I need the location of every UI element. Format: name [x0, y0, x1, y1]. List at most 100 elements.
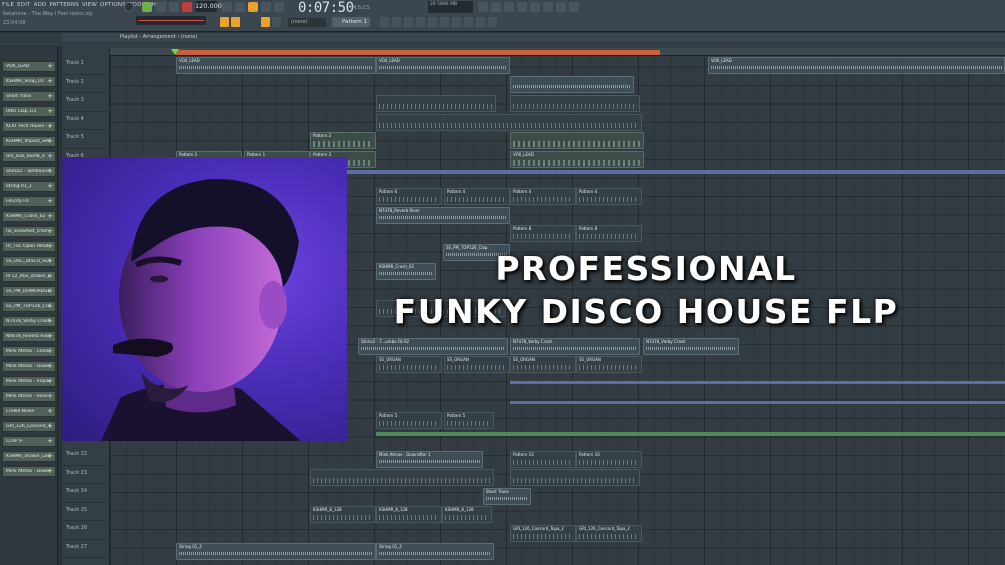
channel-item[interactable]: KLRT Tech House - 11: [2, 121, 56, 132]
track-header[interactable]: Track 4: [62, 112, 110, 130]
channel-item[interactable]: Mink Atmos - Riser 1: [2, 391, 56, 402]
playlist-clip[interactable]: KSHMR_8_128: [376, 506, 442, 523]
chat-icon[interactable]: [556, 2, 566, 12]
playlist-clip[interactable]: Stickz2 - T...umbo F8 02: [358, 338, 508, 355]
channel-item[interactable]: Crowd Noise: [2, 406, 56, 417]
automation-clip[interactable]: [510, 381, 1005, 384]
playlist-clip[interactable]: SS_ORGAN: [510, 356, 576, 373]
channel-item[interactable]: SS_PM_TOP126_Crash: [2, 301, 56, 312]
track-header[interactable]: Track 27: [62, 540, 110, 558]
playhead-marker-icon[interactable]: [171, 49, 179, 55]
channel-item[interactable]: Mink Atmos - Downlift: [2, 466, 56, 477]
step-edit-icon[interactable]: [248, 2, 258, 12]
playlist-clip[interactable]: SS_ORGAN: [376, 356, 442, 373]
channel-item[interactable]: VOX_LEAD: [2, 61, 56, 72]
playlist-clip[interactable]: String 01_2: [376, 543, 494, 560]
online-news-icon[interactable]: [478, 2, 488, 12]
channel-item[interactable]: GRI_126_Concord_Topa: [2, 421, 56, 432]
track-header[interactable]: Track 26: [62, 521, 110, 540]
menu-options[interactable]: OPTIONS: [100, 2, 126, 8]
playlist-clip[interactable]: [310, 469, 494, 486]
channel-item[interactable]: Stickz2 - Tambourine: [2, 166, 56, 177]
menu-patterns[interactable]: PATTERNS: [49, 2, 78, 8]
record-button[interactable]: [182, 2, 192, 12]
playlist-clip[interactable]: [376, 95, 496, 112]
select-tool-icon[interactable]: [272, 17, 281, 27]
automation-clip[interactable]: [376, 432, 1005, 436]
track-header[interactable]: Track 22: [62, 447, 110, 466]
channel-item[interactable]: dnt_kick_bomb_4: [2, 151, 56, 162]
channel-item[interactable]: KSHMR_Shaker_Loop: [2, 451, 56, 462]
mixer-window-icon[interactable]: [416, 17, 425, 27]
typing-keyboard-icon[interactable]: [261, 2, 271, 12]
track-header[interactable]: Track 1: [62, 56, 110, 75]
channel-rack-window-icon[interactable]: [404, 17, 413, 27]
menu-view[interactable]: VIEW: [82, 2, 97, 8]
mic-icon[interactable]: [504, 2, 514, 12]
playlist-clip[interactable]: [510, 132, 644, 149]
play-button[interactable]: [156, 2, 166, 12]
playlist-clip[interactable]: SS_ORGAN: [576, 356, 642, 373]
project-info-icon[interactable]: [464, 17, 473, 27]
playlist-clip[interactable]: GRI_126_Concord_Topa_2: [510, 525, 576, 542]
playlist-clip[interactable]: Pattern 6: [376, 188, 442, 205]
channel-item[interactable]: Felicity FX: [2, 196, 56, 207]
channel-item[interactable]: Mink Atmos - Clock 1: [2, 346, 56, 357]
playlist-clip[interactable]: [376, 114, 642, 131]
loop-region[interactable]: [176, 50, 660, 55]
playlist-clip[interactable]: [510, 76, 634, 93]
channel-item[interactable]: KSHMR_Impact_with: [2, 136, 56, 147]
channel-item[interactable]: UNO Clap 1/3: [2, 106, 56, 117]
script-output-icon[interactable]: [476, 17, 485, 27]
track-header[interactable]: Track 3: [62, 93, 110, 112]
track-header[interactable]: Track 25: [62, 503, 110, 521]
playlist-clip[interactable]: VOX_LEAD: [376, 57, 510, 74]
playlist-clip[interactable]: N7478_Verby Crash: [510, 338, 640, 355]
song-position-display[interactable]: 0:07:50: [298, 0, 354, 16]
playlist-clip[interactable]: Pattern 5: [444, 412, 494, 429]
patcher-icon[interactable]: [488, 17, 497, 27]
playlist-clip[interactable]: Pattern 8: [576, 225, 642, 242]
channel-item[interactable]: SS_DSC_DISCO_SOUL: [2, 256, 56, 267]
playlist-clip[interactable]: Pattern 4: [444, 188, 510, 205]
menu-file[interactable]: FILE: [2, 2, 14, 8]
track-header[interactable]: Track 2: [62, 75, 110, 93]
channel-item[interactable]: CLAP 9: [2, 436, 56, 447]
channel-item[interactable]: Short Trans: [2, 91, 56, 102]
automation-clip[interactable]: [510, 401, 1005, 404]
playlist-clip[interactable]: SS_ORGAN: [444, 356, 510, 373]
stop-button[interactable]: [169, 2, 179, 12]
playlist-clip[interactable]: Pattern 4: [510, 188, 576, 205]
master-volume-knob-icon[interactable]: [124, 2, 134, 12]
channel-item[interactable]: HI_TSC Open Hihat 004: [2, 241, 56, 252]
draw-tool-icon[interactable]: [231, 17, 240, 27]
settings-icon[interactable]: [569, 2, 579, 12]
pattern-song-toggle[interactable]: [142, 2, 152, 12]
channel-item[interactable]: Mink Atmos - Impact: [2, 376, 56, 387]
playlist-clip[interactable]: VOX_LEAD: [176, 57, 376, 74]
channel-item[interactable]: SS_PM_OHWORDS16: [2, 286, 56, 297]
playlist-clip[interactable]: Pattern 8: [510, 225, 576, 242]
track-header[interactable]: Track 23: [62, 466, 110, 484]
snap-magnet-icon[interactable]: [220, 17, 229, 27]
playlist-clip[interactable]: VOX_LEAD: [708, 57, 1005, 74]
browser-window-icon[interactable]: [428, 17, 437, 27]
render-icon[interactable]: [530, 2, 540, 12]
track-header[interactable]: Track 5: [62, 130, 110, 149]
playlist-clip[interactable]: VOX_LEAD: [510, 151, 644, 168]
metronome-icon[interactable]: [222, 2, 232, 12]
pattern-selector[interactable]: Pattern 1: [332, 17, 370, 27]
playlist-clip[interactable]: GRI_126_Concord_Topa_2: [576, 525, 642, 542]
playlist-clip[interactable]: N7478_Verby Crash: [643, 338, 739, 355]
channel-item[interactable]: KSHMR_Snap_01: [2, 76, 56, 87]
channel-item[interactable]: RF12_R02_shaker_L: [2, 271, 56, 282]
tempo-display[interactable]: 120.000: [195, 1, 222, 12]
channel-item[interactable]: Mink Atmos - Downlift: [2, 361, 56, 372]
blend-notes-icon[interactable]: [274, 2, 284, 12]
save-icon[interactable]: [517, 2, 527, 12]
playlist-clip[interactable]: String 01_2: [176, 543, 376, 560]
countdown-icon[interactable]: [235, 2, 245, 12]
channel-item[interactable]: KSHMR_Crash_02: [2, 211, 56, 222]
playlist-clip[interactable]: Mink Atmos - Downlifter 1: [376, 451, 483, 468]
help-icon[interactable]: [543, 2, 553, 12]
